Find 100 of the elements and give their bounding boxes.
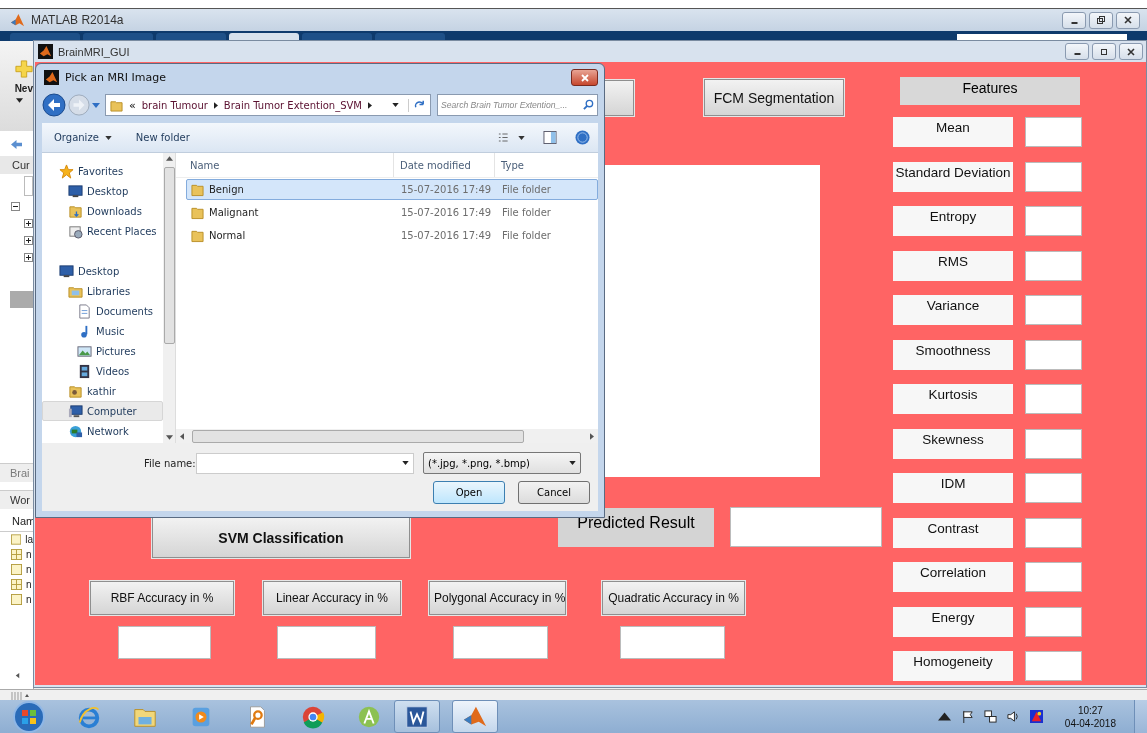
file-row[interactable]: Benign 15-07-2016 17:49 File folder: [186, 179, 598, 200]
scroll-up-icon[interactable]: [165, 156, 173, 161]
nav-item[interactable]: Desktop: [42, 261, 163, 281]
column-header[interactable]: Date modified: [394, 153, 495, 177]
search-icon[interactable]: [583, 99, 594, 110]
show-desktop-button[interactable]: [1134, 700, 1147, 733]
breadcrumb-item[interactable]: Brain Tumor Extention_SVM: [223, 99, 362, 111]
plus-icon[interactable]: [15, 59, 33, 79]
volume-icon[interactable]: [1006, 710, 1020, 723]
accuracy-field[interactable]: [118, 626, 211, 659]
push-button[interactable]: [605, 80, 634, 116]
show-hidden-icon[interactable]: [937, 710, 951, 723]
word-taskbar-button[interactable]: [394, 700, 440, 733]
feature-value-field[interactable]: [1025, 517, 1082, 548]
scroll-right-icon[interactable]: [590, 432, 594, 440]
refresh-icon[interactable]: [408, 98, 426, 112]
scroll-left-icon[interactable]: [14, 672, 21, 679]
flag-icon[interactable]: [960, 710, 974, 723]
path-field[interactable]: [24, 176, 33, 196]
scroll-down-icon[interactable]: [165, 435, 173, 440]
clock[interactable]: 10:27 04-04-2018: [1064, 703, 1116, 730]
dropdown-icon[interactable]: [392, 103, 399, 107]
file-row[interactable]: Malignant 15-07-2016 17:49 File folder: [186, 202, 598, 223]
app-tray-icon[interactable]: [1029, 710, 1043, 723]
nav-item[interactable]: kathir: [42, 381, 163, 401]
accuracy-field[interactable]: [620, 626, 725, 659]
organize-button[interactable]: Organize: [54, 130, 99, 145]
expand-icon[interactable]: [24, 219, 33, 228]
accuracy-button[interactable]: Polygonal Accuracy in %: [429, 581, 566, 615]
grip-icon[interactable]: [10, 691, 30, 701]
nav-item[interactable]: Libraries: [42, 281, 163, 301]
feature-value-field[interactable]: [1025, 339, 1082, 370]
file-row[interactable]: Normal 15-07-2016 17:49 File folder: [186, 225, 598, 246]
tab[interactable]: [10, 33, 80, 41]
feature-value-field[interactable]: [1025, 117, 1082, 147]
feature-value-field[interactable]: [1025, 384, 1082, 414]
back-arrow-icon[interactable]: [10, 139, 23, 150]
file-type-dropdown[interactable]: (*.jpg, *.png, *.bmp): [423, 452, 581, 474]
caret-icon[interactable]: [518, 135, 525, 140]
feature-value-field[interactable]: [1025, 473, 1082, 503]
preview-pane-icon[interactable]: [543, 131, 557, 144]
accuracy-button[interactable]: Quadratic Accuracy in %: [602, 581, 745, 615]
scrollbar[interactable]: [163, 153, 175, 443]
toolbar-label[interactable]: Nev: [14, 83, 33, 94]
nav-item[interactable]: Desktop: [42, 181, 163, 201]
network-icon[interactable]: [983, 710, 997, 723]
feature-value-field[interactable]: [1025, 250, 1082, 281]
restore-button[interactable]: [1089, 11, 1113, 29]
variable-name[interactable]: n: [26, 594, 32, 605]
accuracy-button[interactable]: RBF Accuracy in %: [90, 581, 234, 615]
collapse-icon[interactable]: [11, 202, 20, 211]
nav-item[interactable]: Videos: [42, 361, 163, 381]
feature-value-field[interactable]: [1025, 606, 1082, 637]
nav-item[interactable]: Documents: [42, 301, 163, 321]
open-button[interactable]: Open: [433, 481, 505, 504]
nav-item[interactable]: Computer: [42, 401, 163, 421]
variable-name[interactable]: la: [25, 534, 33, 545]
fcm-segmentation-button[interactable]: FCM Segmentation: [704, 79, 844, 116]
accuracy-button[interactable]: Linear Accuracy in %: [263, 581, 401, 615]
nav-item[interactable]: Favorites: [42, 161, 163, 181]
arrow-icon[interactable]: [367, 101, 372, 109]
column-header[interactable]: Type: [495, 153, 598, 177]
back-button[interactable]: [42, 93, 66, 117]
search-field[interactable]: Search Brain Tumor Extention_...: [437, 94, 598, 116]
close-button[interactable]: [571, 69, 598, 86]
scrollbar[interactable]: [176, 429, 598, 443]
expand-icon[interactable]: [24, 236, 33, 245]
accuracy-field[interactable]: [453, 626, 548, 659]
close-button[interactable]: [1116, 11, 1140, 29]
nav-item[interactable]: Pictures: [42, 341, 163, 361]
close-button[interactable]: [1119, 43, 1143, 60]
nav-item[interactable]: Network: [42, 421, 163, 441]
maximize-button[interactable]: [1092, 43, 1116, 60]
nav-item[interactable]: Downloads: [42, 201, 163, 221]
matlab-taskbar-button[interactable]: [452, 700, 498, 733]
file-name-field[interactable]: [196, 452, 414, 474]
minimize-button[interactable]: [1065, 43, 1089, 60]
scroll-left-icon[interactable]: [180, 432, 184, 440]
arrow-icon[interactable]: [213, 101, 218, 109]
variable-name[interactable]: n: [26, 564, 32, 575]
new-folder-button[interactable]: New folder: [135, 130, 190, 145]
start-button[interactable]: [12, 699, 46, 733]
variable-name[interactable]: n: [26, 579, 32, 590]
breadcrumb-item[interactable]: brain Tumour: [141, 99, 208, 111]
feature-value-field[interactable]: [1025, 161, 1082, 192]
feature-value-field[interactable]: [1025, 295, 1082, 325]
overflow-chevron[interactable]: «: [129, 98, 136, 112]
feature-value-field[interactable]: [1025, 428, 1082, 459]
feature-value-field[interactable]: [1025, 562, 1082, 592]
address-bar[interactable]: « brain Tumour Brain Tumor Extention_SVM: [105, 94, 431, 116]
expand-icon[interactable]: [24, 253, 33, 262]
nav-item[interactable]: Recent Places: [42, 221, 163, 241]
variable-name[interactable]: n: [26, 549, 32, 560]
cancel-button[interactable]: Cancel: [518, 481, 590, 504]
accuracy-field[interactable]: [277, 626, 376, 659]
help-icon[interactable]: [575, 130, 590, 145]
result-field[interactable]: [730, 507, 882, 547]
minimize-button[interactable]: [1062, 11, 1086, 29]
feature-value-field[interactable]: [1025, 206, 1082, 236]
nav-item[interactable]: Music: [42, 321, 163, 341]
